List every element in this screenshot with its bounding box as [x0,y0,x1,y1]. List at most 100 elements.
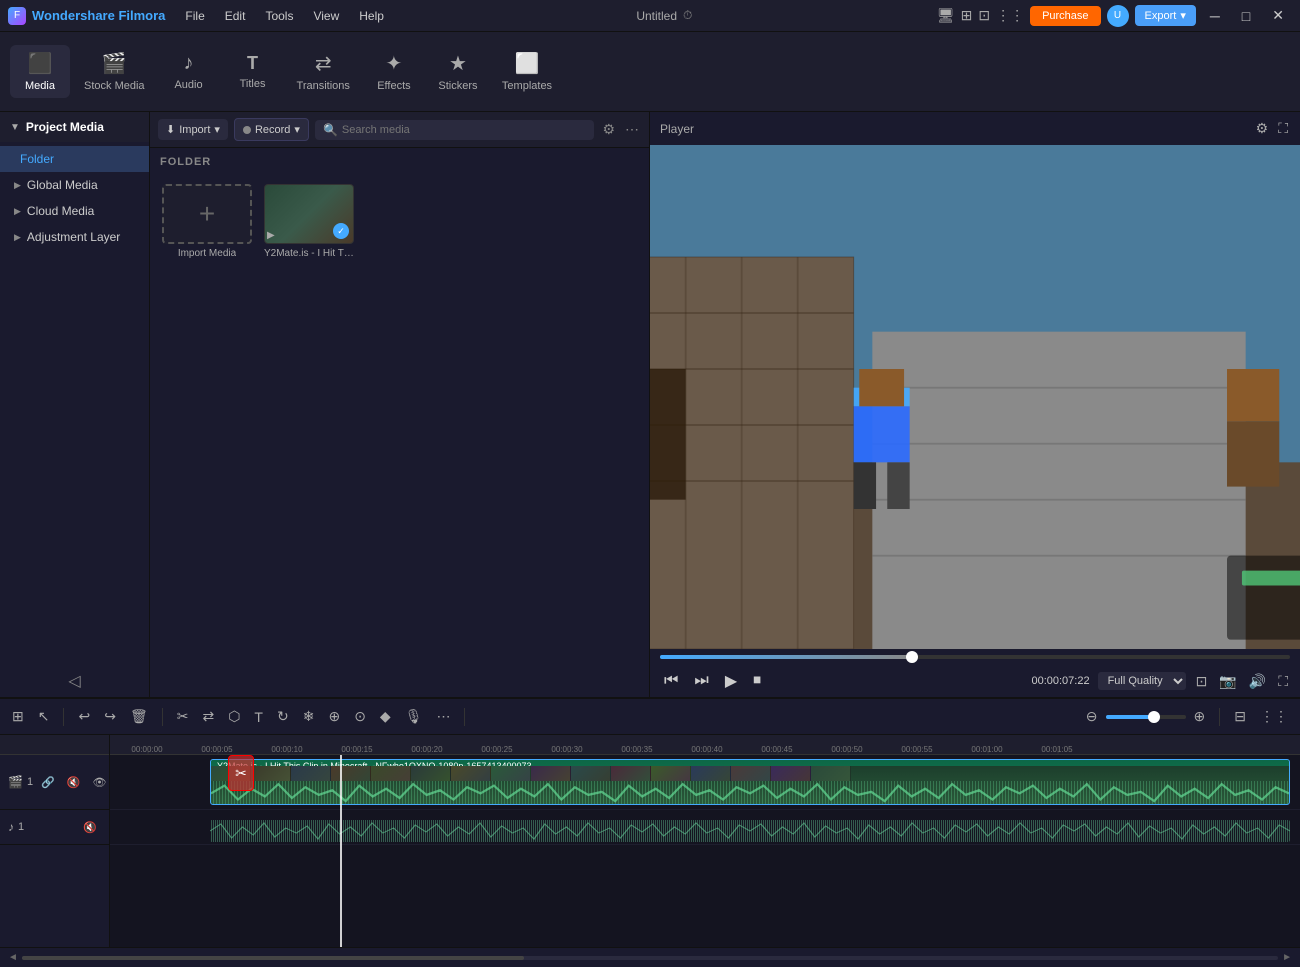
menu-view[interactable]: View [305,7,347,25]
scroll-right-button[interactable]: ► [1282,952,1292,963]
tl-grid-button[interactable]: ⊟ [1230,706,1250,727]
search-icon: 🔍 [323,123,338,137]
screenshot-icon[interactable]: 🖥 [937,7,955,24]
audio-track-icon: ♪ [8,820,14,834]
ruler-mark-8: 00:00:40 [672,745,742,754]
video-background [650,145,1300,649]
toolbar-transitions[interactable]: ⇄ Transitions [287,45,360,98]
timeline-ruler[interactable]: 00:00:00 00:00:05 00:00:10 00:00:15 00:0… [110,735,1300,755]
ruler-mark-7: 00:00:35 [602,745,672,754]
search-box[interactable]: 🔍 [315,120,595,140]
player-settings-icon[interactable]: ⚙ [1254,118,1271,139]
video-clip-item[interactable]: ▶ ✓ Y2Mate.is - I Hit This C... [264,184,354,259]
tl-crop-button[interactable]: ⬡ [224,706,244,727]
toolbar-templates[interactable]: ⬜ Templates [492,45,562,98]
export-arrow: ▾ [1180,9,1186,22]
filter-button[interactable]: ⚙ [600,119,617,140]
tl-delete-button[interactable]: 🗑 [126,706,152,727]
rewind-button[interactable]: ⏮ [660,670,682,692]
tl-speed-button[interactable]: ↻ [273,706,293,727]
tl-split-button[interactable]: ✂ [173,706,193,727]
audio-mute-button[interactable]: 🔇 [79,819,101,836]
video-frame [650,145,1300,649]
maximize-button[interactable]: □ [1234,6,1258,26]
purchase-button[interactable]: Purchase [1030,6,1100,26]
tl-keyframe-button[interactable]: ◆ [376,706,395,727]
collapse-panel-button[interactable]: ◁ [0,665,149,697]
sidebar-item-folder[interactable]: Folder [0,146,149,172]
zoom-in-button[interactable]: ⊕ [1190,706,1210,727]
project-media-header[interactable]: ▼ Project Media [0,112,149,142]
grid-icon[interactable]: ⊞ [961,7,973,24]
menu-file[interactable]: File [177,7,212,25]
pip-button[interactable]: ⊡ [1194,671,1210,692]
player-scrubber[interactable] [660,655,1290,659]
minimize-button[interactable]: ─ [1202,6,1228,26]
screenshot-button[interactable]: 📷 [1217,671,1238,692]
import-media-item[interactable]: + Import Media [162,184,252,259]
tl-mic-button[interactable]: 🎙 [401,706,427,727]
tl-mask-button[interactable]: ⊙ [350,706,370,727]
toolbar-titles[interactable]: T Titles [223,47,283,96]
toolbar-stickers[interactable]: ★ Stickers [428,45,488,98]
volume-button[interactable]: 🔊 [1247,671,1268,692]
sidebar-item-cloud-media[interactable]: ▶ Cloud Media [0,198,149,224]
toolbar-media[interactable]: ⬛ Media [10,45,70,98]
toolbar-stock-media[interactable]: 🎬 Stock Media [74,45,155,98]
project-expand-arrow: ▼ [10,122,20,133]
player-video [650,145,1300,649]
apps-icon[interactable]: ⋮⋮ [996,7,1024,24]
audio-track-row [110,810,1300,845]
sidebar-item-global-media[interactable]: ▶ Global Media [0,172,149,198]
tl-add-track-button[interactable]: ⊞ [8,706,28,727]
menu-edit[interactable]: Edit [217,7,254,25]
scroll-left-button[interactable]: ◄ [8,952,18,963]
video-clip[interactable]: Y2Mate.is - I Hit This Clip in Minecraft… [210,759,1290,805]
frame-13 [691,766,731,781]
menu-help[interactable]: Help [351,7,392,25]
tl-settings-button[interactable]: ⋮⋮ [1256,706,1292,727]
tl-text-button[interactable]: T [250,707,267,727]
audio-track-label: ♪ 1 🔇 [0,810,109,845]
tl-select-button[interactable]: ↖ [34,706,54,727]
close-button[interactable]: ✕ [1264,5,1292,26]
stock-media-label: Stock Media [84,80,145,92]
clip-selected-check: ✓ [333,223,349,239]
timeline-ruler-area: 00:00:00 00:00:05 00:00:10 00:00:15 00:0… [110,735,1300,947]
forward-button[interactable]: ⏭ [690,670,712,692]
player-fullscreen-icon[interactable]: ⛶ [1276,118,1290,139]
ruler-mark-0: 00:00:00 [112,745,182,754]
tl-more-button[interactable]: ⋯ [432,706,454,727]
crop-button[interactable]: ⛶ [1276,671,1290,692]
import-button[interactable]: ⬇ Import ▾ [158,119,228,140]
track-visible-button[interactable]: 👁 [88,774,110,791]
export-button[interactable]: Export ▾ [1135,5,1196,26]
toolbar-effects[interactable]: ✦ Effects [364,45,424,98]
menu-tools[interactable]: Tools [257,7,301,25]
horizontal-scrollbar[interactable] [22,956,1278,960]
user-avatar[interactable]: U [1107,5,1129,27]
play-button[interactable]: ▶ [721,669,741,693]
media-icon: ⬛ [28,51,53,76]
quality-select[interactable]: Full Quality 1/2 Quality 1/4 Quality [1098,672,1186,690]
scrubber-thumb [906,651,918,663]
sidebar-item-adjustment-layer[interactable]: ▶ Adjustment Layer [0,224,149,250]
more-options-button[interactable]: ⋯ [623,119,641,140]
tl-mirror-button[interactable]: ⇄ [198,706,218,727]
tl-ai-button[interactable]: ⊕ [324,706,344,727]
stop-button[interactable]: ⏹ [749,670,765,692]
tl-undo-button[interactable]: ↩ [74,706,94,727]
search-input[interactable] [342,124,587,136]
tl-freeze-button[interactable]: ❄ [299,706,319,727]
tl-redo-button[interactable]: ↪ [100,706,120,727]
import-label: Import [179,124,210,136]
titles-icon: T [247,53,258,74]
record-button[interactable]: Record ▾ [234,118,309,141]
zoom-out-button[interactable]: ⊖ [1082,706,1102,727]
toolbar-audio[interactable]: ♪ Audio [159,46,219,97]
track-mute-button[interactable]: 🔇 [63,774,85,791]
track-link-button[interactable]: 🔗 [37,774,59,791]
project-media-label: Project Media [26,120,104,134]
share-icon[interactable]: ⊡ [978,7,990,24]
zoom-slider[interactable] [1106,715,1186,719]
